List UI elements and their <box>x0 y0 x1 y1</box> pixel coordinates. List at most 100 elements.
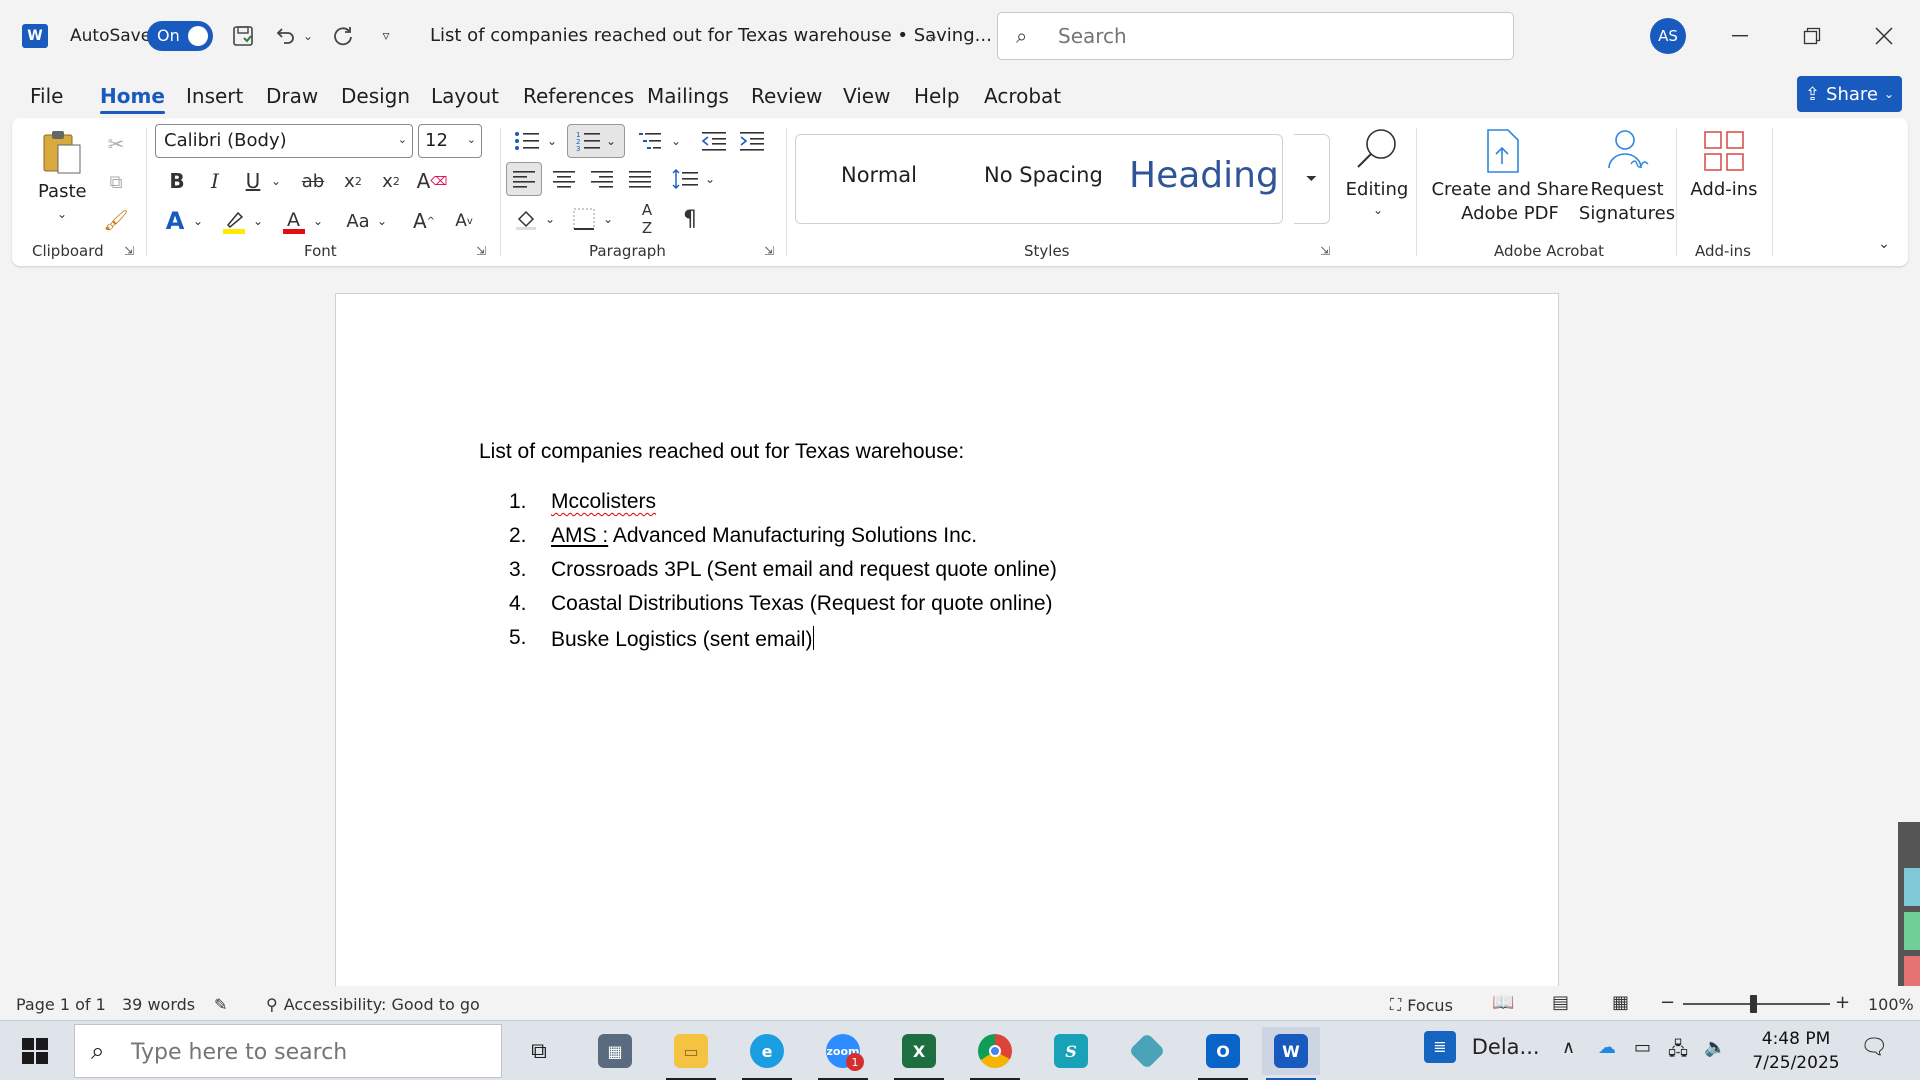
collapse-ribbon-icon[interactable]: ⌄ <box>1874 236 1894 252</box>
highlight-dropdown-icon[interactable]: ⌄ <box>250 206 266 236</box>
calculator-icon[interactable]: ▦ <box>586 1027 644 1075</box>
show-formatting-icon[interactable]: ¶ <box>674 202 706 236</box>
shading-icon[interactable] <box>510 202 542 236</box>
tab-file[interactable]: File <box>30 84 63 108</box>
editing-dropdown-icon[interactable]: ⌄ <box>1368 202 1388 218</box>
text-effects-icon[interactable]: A <box>160 206 190 236</box>
text-effects-dropdown-icon[interactable]: ⌄ <box>190 206 206 236</box>
close-button[interactable] <box>1864 18 1904 54</box>
edge-icon[interactable]: e <box>738 1027 796 1080</box>
tab-home[interactable]: Home <box>100 84 165 114</box>
bullets-icon[interactable] <box>510 126 544 156</box>
proofing-icon[interactable]: ✎ <box>214 995 227 1014</box>
strip-tile[interactable] <box>1904 868 1920 906</box>
zoom-out-icon[interactable]: − <box>1660 992 1675 1013</box>
clock[interactable]: 4:48 PM 7/25/2025 <box>1746 1027 1846 1075</box>
taskbar-search-input[interactable] <box>131 1038 491 1066</box>
clear-formatting-icon[interactable]: A ⌫ <box>416 166 448 196</box>
justify-icon[interactable] <box>622 162 658 196</box>
font-name-combo[interactable]: Calibri (Body) ⌄ <box>155 124 413 158</box>
underline-dropdown-icon[interactable]: ⌄ <box>268 166 284 196</box>
minimize-button[interactable] <box>1720 18 1760 54</box>
customize-qat-icon[interactable]: ▿ <box>375 22 397 50</box>
align-right-icon[interactable] <box>584 162 620 196</box>
tab-mailings[interactable]: Mailings <box>647 84 729 108</box>
font-launcher-icon[interactable]: ⇲ <box>476 244 486 258</box>
windows-start-icon[interactable] <box>22 1038 48 1064</box>
tab-references[interactable]: References <box>523 84 634 108</box>
paste-label[interactable]: Paste <box>38 180 87 204</box>
font-size-combo[interactable]: 12 ⌄ <box>418 124 482 158</box>
font-color-icon[interactable]: A <box>278 206 310 236</box>
focus-button[interactable]: ⛶ Focus <box>1390 995 1453 1015</box>
underline-icon[interactable]: U <box>238 166 268 196</box>
italic-icon[interactable]: I <box>200 166 230 196</box>
show-hidden-icons-icon[interactable]: ∧ <box>1562 1037 1575 1058</box>
document-title[interactable]: List of companies reached out for Texas … <box>430 25 992 46</box>
document-page[interactable]: List of companies reached out for Texas … <box>335 293 1559 1013</box>
tab-review[interactable]: Review <box>751 84 822 108</box>
account-avatar[interactable]: AS <box>1650 18 1686 54</box>
align-center-icon[interactable] <box>546 162 582 196</box>
save-icon[interactable] <box>228 22 258 50</box>
create-share-label-1[interactable]: Create and Share <box>1430 178 1590 202</box>
zoom-slider-thumb[interactable] <box>1750 995 1757 1013</box>
page-count[interactable]: Page 1 of 1 <box>16 995 106 1014</box>
shading-dropdown-icon[interactable]: ⌄ <box>542 202 558 236</box>
editing-label[interactable]: Editing <box>1342 178 1412 202</box>
weather-widget[interactable]: ≣ Dela... <box>1424 1031 1540 1063</box>
change-case-icon[interactable]: Aa <box>340 206 376 236</box>
cut-icon[interactable]: ✂ <box>100 130 132 158</box>
increase-indent-icon[interactable] <box>736 126 768 156</box>
find-icon[interactable] <box>1348 124 1406 174</box>
redo-icon[interactable] <box>328 22 358 50</box>
clipboard-launcher-icon[interactable]: ⇲ <box>124 244 134 258</box>
tab-view[interactable]: View <box>843 84 890 108</box>
file-explorer-icon[interactable]: ▭ <box>662 1027 720 1080</box>
battery-icon[interactable]: ▭ <box>1634 1037 1651 1058</box>
web-layout-icon[interactable]: ▦ <box>1612 992 1629 1013</box>
style-no-spacing[interactable]: No Spacing <box>984 163 1103 187</box>
network-icon[interactable]: 🖧 <box>1668 1037 1688 1067</box>
numbering-icon[interactable]: 123 ⌄ <box>567 124 625 158</box>
format-painter-icon[interactable]: 🖌 <box>100 206 132 234</box>
title-dropdown-icon[interactable]: ⌄ <box>923 22 943 50</box>
paste-dropdown-icon[interactable]: ⌄ <box>52 206 72 222</box>
accessibility-status[interactable]: ⚲ Accessibility: Good to go <box>266 995 480 1014</box>
add-ins-icon[interactable] <box>1700 126 1748 176</box>
outlook-icon[interactable]: O <box>1194 1027 1252 1080</box>
align-left-icon[interactable] <box>506 162 542 196</box>
request-label-2[interactable]: Signatures <box>1572 202 1682 226</box>
paragraph-launcher-icon[interactable]: ⇲ <box>764 244 774 258</box>
word-count[interactable]: 39 words <box>122 995 195 1014</box>
tab-insert[interactable]: Insert <box>186 84 243 108</box>
multilevel-dropdown-icon[interactable]: ⌄ <box>668 126 684 156</box>
create-share-label-2[interactable]: Adobe PDF <box>1430 202 1590 226</box>
share-button[interactable]: ⇪ Share ⌄ <box>1797 76 1902 112</box>
borders-dropdown-icon[interactable]: ⌄ <box>600 202 616 236</box>
tab-design[interactable]: Design <box>341 84 410 108</box>
superscript-icon[interactable]: x2 <box>376 166 406 196</box>
print-layout-icon[interactable]: ▤ <box>1552 992 1569 1013</box>
autosave-toggle[interactable]: On <box>147 21 213 51</box>
request-signatures-icon[interactable] <box>1602 126 1652 176</box>
bullets-dropdown-icon[interactable]: ⌄ <box>544 126 560 156</box>
read-mode-icon[interactable]: 📖 <box>1492 992 1514 1013</box>
strip-tile[interactable] <box>1904 912 1920 950</box>
undo-dropdown-icon[interactable]: ⌄ <box>300 22 316 50</box>
bold-icon[interactable]: B <box>162 166 192 196</box>
strikethrough-icon[interactable]: ab <box>296 166 330 196</box>
chrome-icon[interactable] <box>966 1027 1024 1080</box>
decrease-indent-icon[interactable] <box>698 126 730 156</box>
tab-acrobat[interactable]: Acrobat <box>984 84 1061 108</box>
zoom-in-icon[interactable]: + <box>1835 992 1850 1013</box>
tab-layout[interactable]: Layout <box>431 84 499 108</box>
sort-icon[interactable]: AZ <box>630 201 664 237</box>
search-input[interactable] <box>1058 23 1478 49</box>
style-heading[interactable]: Heading <box>1129 155 1279 196</box>
side-panel-strip[interactable] <box>1898 822 1920 1002</box>
restore-button[interactable] <box>1792 18 1832 54</box>
tab-help[interactable]: Help <box>914 84 960 108</box>
styles-more-icon[interactable]: ⏷ <box>1294 134 1330 224</box>
line-spacing-dropdown-icon[interactable]: ⌄ <box>702 162 718 196</box>
